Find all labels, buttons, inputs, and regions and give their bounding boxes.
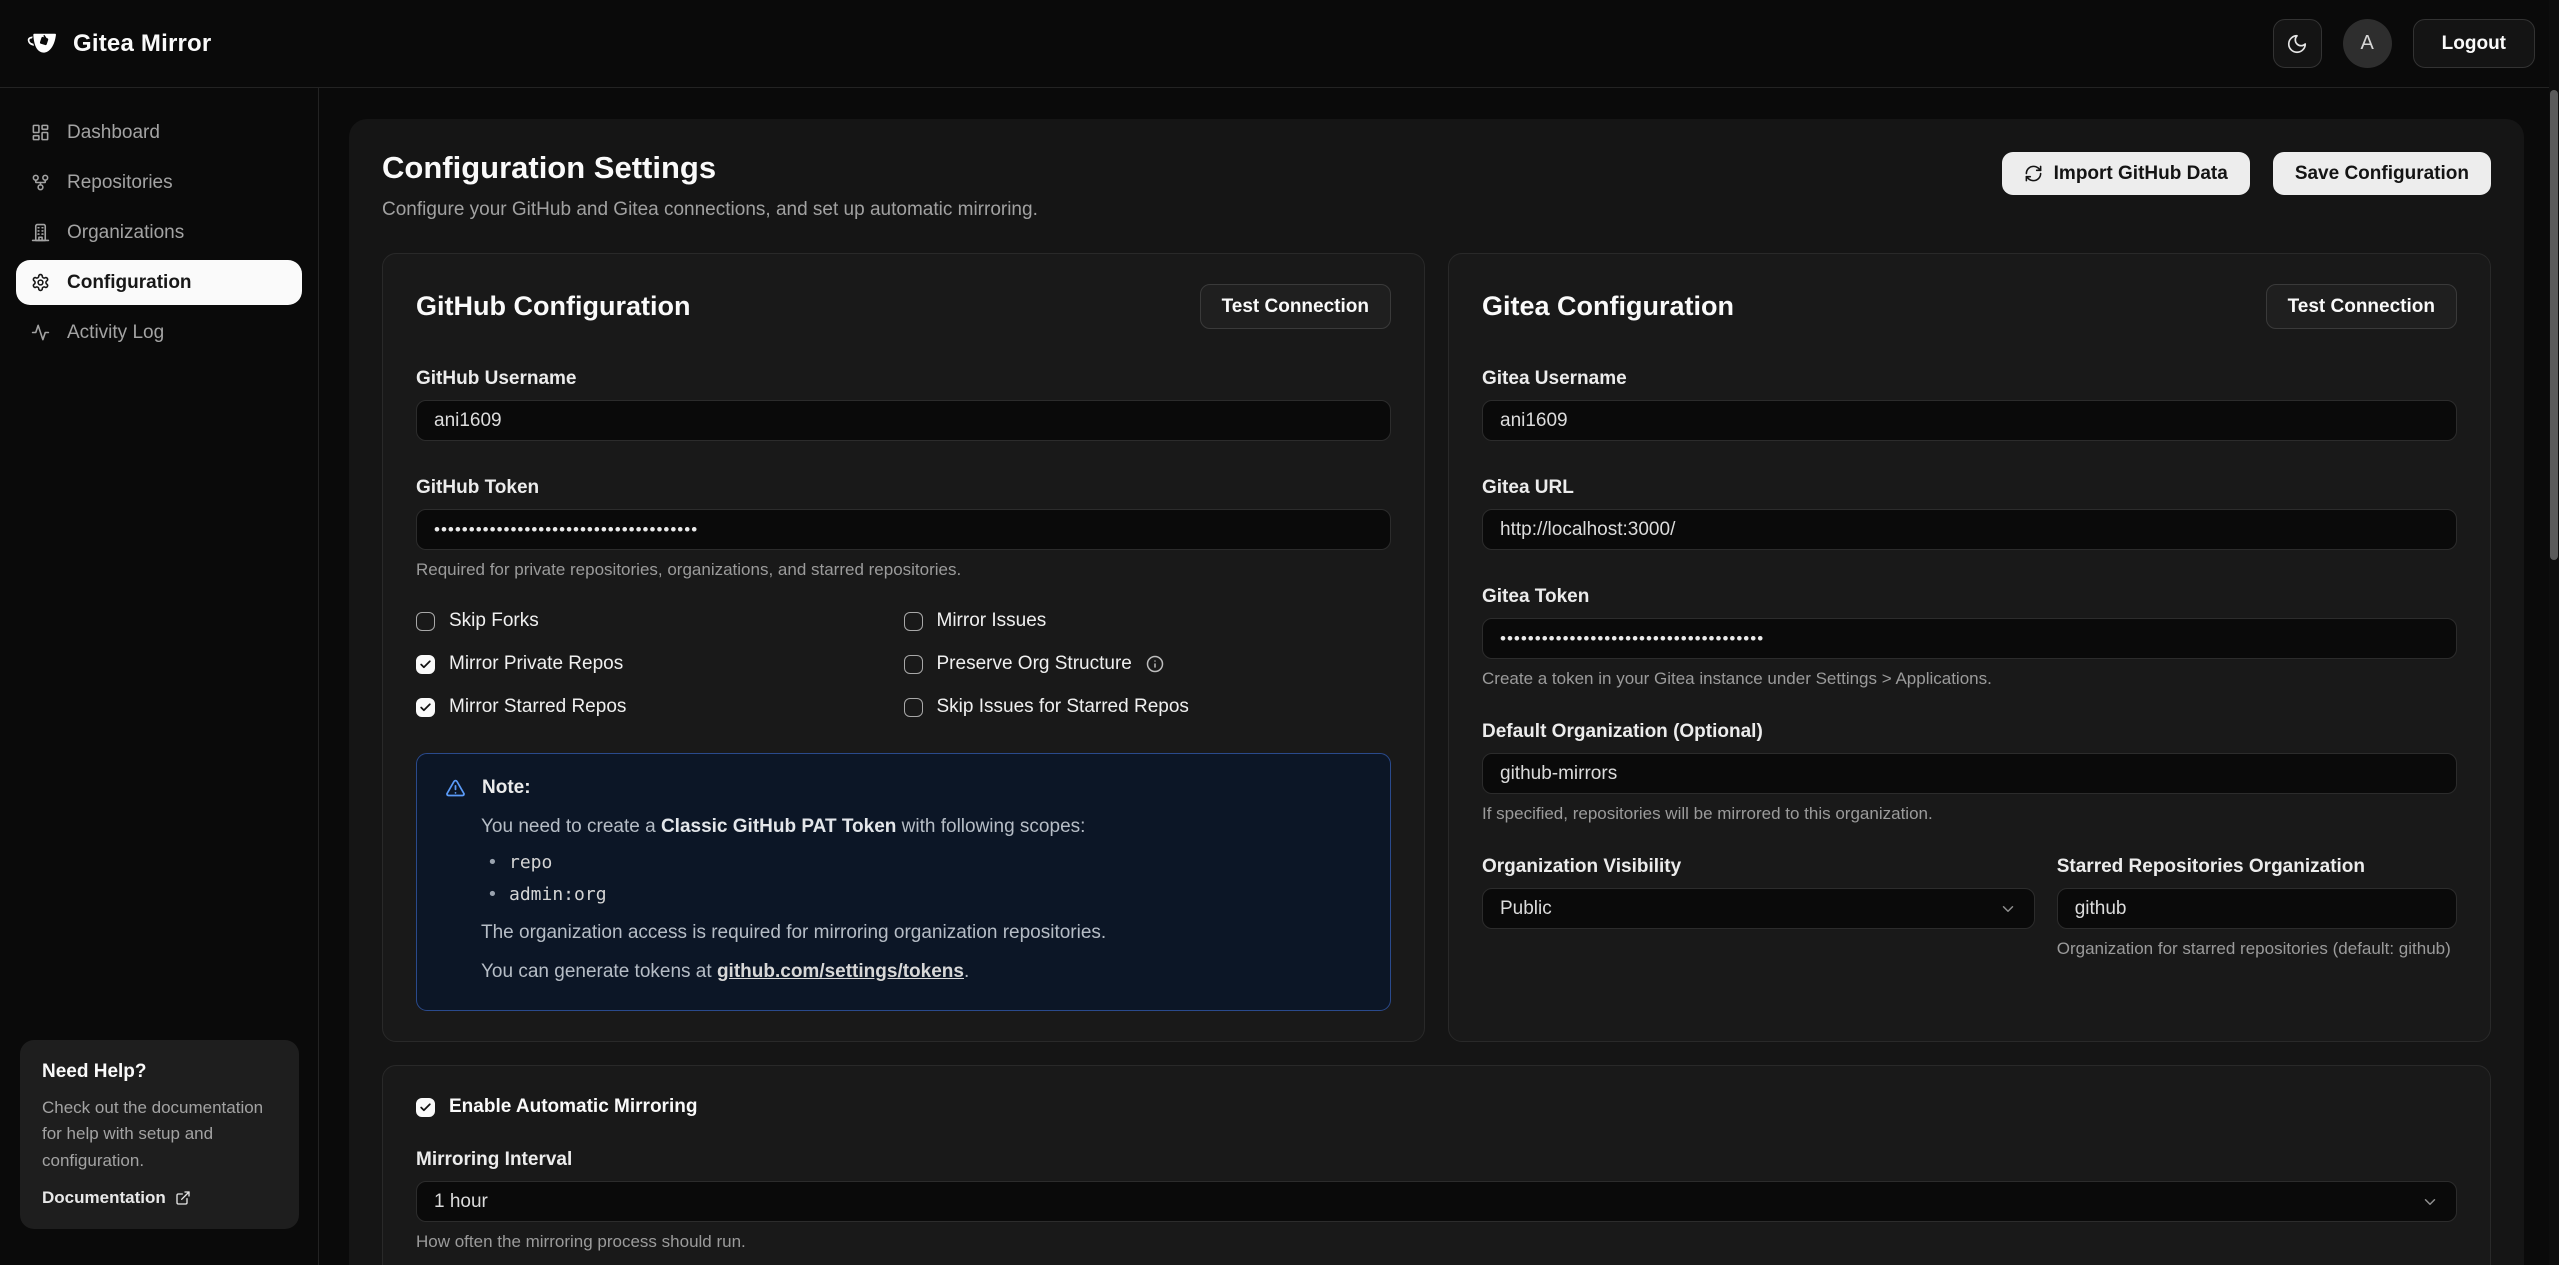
checkbox-preserve-org-structure[interactable]: Preserve Org Structure bbox=[904, 653, 1392, 675]
scrollbar-thumb[interactable] bbox=[2550, 90, 2558, 560]
sidebar-item-activity-log[interactable]: Activity Log bbox=[16, 310, 302, 355]
organization-visibility-label: Organization Visibility bbox=[1482, 856, 2035, 878]
dashboard-grid-icon bbox=[31, 123, 50, 142]
mirroring-interval-select[interactable]: 1 hour bbox=[416, 1181, 2457, 1222]
checkbox-mirror-private-repos[interactable]: Mirror Private Repos bbox=[416, 653, 904, 675]
app-title: Gitea Mirror bbox=[73, 30, 211, 58]
gitea-card-title: Gitea Configuration bbox=[1482, 291, 1734, 322]
page-title: Configuration Settings bbox=[382, 150, 1038, 186]
documentation-link[interactable]: Documentation bbox=[42, 1188, 277, 1208]
chevron-down-icon bbox=[2421, 1193, 2439, 1211]
default-organization-input[interactable] bbox=[1482, 753, 2457, 794]
gitea-test-connection-button[interactable]: Test Connection bbox=[2266, 284, 2457, 329]
configuration-panel: Configuration Settings Configure your Gi… bbox=[349, 119, 2524, 1265]
starred-repositories-organization-input[interactable] bbox=[2057, 888, 2457, 929]
pat-token-note: Note: You need to create a Classic GitHu… bbox=[416, 753, 1391, 1011]
note-scope-list: repo admin:org bbox=[481, 852, 1362, 905]
checkbox-skip-issues-for-starred-repos[interactable]: Skip Issues for Starred Repos bbox=[904, 696, 1392, 718]
organization-visibility-select[interactable]: Public bbox=[1482, 888, 2035, 929]
sidebar: Dashboard Repositories Organizations Con… bbox=[0, 88, 319, 1265]
checkbox-icon bbox=[416, 1098, 435, 1117]
need-help-card: Need Help? Check out the documentation f… bbox=[20, 1040, 299, 1229]
gitea-url-label: Gitea URL bbox=[1482, 477, 2457, 499]
checkbox-mirror-issues[interactable]: Mirror Issues bbox=[904, 610, 1392, 632]
gitea-token-label: Gitea Token bbox=[1482, 586, 2457, 608]
checkbox-mirror-starred-repos[interactable]: Mirror Starred Repos bbox=[416, 696, 904, 718]
github-test-connection-button[interactable]: Test Connection bbox=[1200, 284, 1391, 329]
sidebar-item-repositories[interactable]: Repositories bbox=[16, 160, 302, 205]
github-token-helper: Required for private repositories, organ… bbox=[416, 560, 1391, 580]
github-username-label: GitHub Username bbox=[416, 368, 1391, 390]
external-link-icon bbox=[175, 1190, 191, 1206]
github-options: Skip Forks Mirror Private Repos bbox=[416, 610, 1391, 739]
sidebar-item-dashboard[interactable]: Dashboard bbox=[16, 110, 302, 155]
save-configuration-button[interactable]: Save Configuration bbox=[2273, 152, 2491, 195]
scope-item: admin:org bbox=[481, 884, 1362, 905]
gitea-cup-logo-icon bbox=[26, 29, 60, 59]
sidebar-item-label: Configuration bbox=[67, 272, 192, 294]
sidebar-item-configuration[interactable]: Configuration bbox=[16, 260, 302, 305]
tokens-settings-link[interactable]: github.com/settings/tokens bbox=[717, 961, 964, 982]
gitea-username-input[interactable] bbox=[1482, 400, 2457, 441]
automatic-mirroring-card: Enable Automatic Mirroring Mirroring Int… bbox=[382, 1065, 2491, 1265]
theme-toggle-button[interactable] bbox=[2273, 19, 2322, 68]
gitea-username-label: Gitea Username bbox=[1482, 368, 2457, 390]
starred-repositories-organization-helper: Organization for starred repositories (d… bbox=[2057, 939, 2457, 959]
refresh-icon bbox=[2024, 164, 2043, 183]
checkbox-icon bbox=[416, 612, 435, 631]
gear-icon bbox=[31, 273, 50, 292]
mirroring-interval-label: Mirroring Interval bbox=[416, 1149, 2457, 1171]
page-subtitle: Configure your GitHub and Gitea connecti… bbox=[382, 199, 1038, 221]
need-help-body: Check out the documentation for help wit… bbox=[42, 1095, 277, 1174]
avatar-initial: A bbox=[2360, 32, 2373, 55]
gitea-token-helper: Create a token in your Gitea instance un… bbox=[1482, 669, 2457, 689]
gitea-token-input[interactable] bbox=[1482, 618, 2457, 659]
note-line-2: The organization access is required for … bbox=[481, 922, 1362, 944]
logout-button[interactable]: Logout bbox=[2413, 19, 2535, 68]
chevron-down-icon bbox=[1999, 900, 2017, 918]
starred-repositories-organization-label: Starred Repositories Organization bbox=[2057, 856, 2457, 878]
sidebar-item-label: Activity Log bbox=[67, 322, 164, 344]
github-token-label: GitHub Token bbox=[416, 477, 1391, 499]
note-line-1: You need to create a Classic GitHub PAT … bbox=[481, 816, 1362, 838]
moon-icon bbox=[2286, 33, 2308, 55]
gitea-url-input[interactable] bbox=[1482, 509, 2457, 550]
main-area: Configuration Settings Configure your Gi… bbox=[319, 88, 2559, 1265]
note-line-3: You can generate tokens at github.com/se… bbox=[481, 961, 1362, 983]
checkbox-icon bbox=[904, 655, 923, 674]
sidebar-item-label: Repositories bbox=[67, 172, 173, 194]
import-github-data-button[interactable]: Import GitHub Data bbox=[2002, 152, 2250, 195]
sidebar-item-label: Dashboard bbox=[67, 122, 160, 144]
avatar[interactable]: A bbox=[2343, 19, 2392, 68]
page-scrollbar[interactable] bbox=[2549, 0, 2559, 1265]
checkbox-icon bbox=[904, 698, 923, 717]
info-icon[interactable] bbox=[1146, 655, 1164, 673]
app-brand: Gitea Mirror bbox=[26, 29, 211, 59]
building-icon bbox=[31, 223, 50, 242]
default-organization-helper: If specified, repositories will be mirro… bbox=[1482, 804, 2457, 824]
alert-triangle-icon bbox=[445, 778, 466, 799]
need-help-title: Need Help? bbox=[42, 1061, 277, 1083]
checkbox-skip-forks[interactable]: Skip Forks bbox=[416, 610, 904, 632]
github-token-input[interactable] bbox=[416, 509, 1391, 550]
default-organization-label: Default Organization (Optional) bbox=[1482, 721, 2457, 743]
github-configuration-card: GitHub Configuration Test Connection Git… bbox=[382, 253, 1425, 1042]
topbar: Gitea Mirror A Logout bbox=[0, 0, 2559, 88]
github-card-title: GitHub Configuration bbox=[416, 291, 690, 322]
gitea-configuration-card: Gitea Configuration Test Connection Gite… bbox=[1448, 253, 2491, 1042]
github-username-input[interactable] bbox=[416, 400, 1391, 441]
activity-pulse-icon bbox=[31, 323, 50, 342]
checkbox-icon bbox=[416, 655, 435, 674]
checkbox-icon bbox=[904, 612, 923, 631]
enable-automatic-mirroring-checkbox[interactable]: Enable Automatic Mirroring bbox=[416, 1096, 2457, 1118]
sidebar-item-label: Organizations bbox=[67, 222, 184, 244]
git-fork-icon bbox=[31, 173, 50, 192]
mirroring-interval-helper: How often the mirroring process should r… bbox=[416, 1232, 2457, 1252]
scope-item: repo bbox=[481, 852, 1362, 873]
checkbox-icon bbox=[416, 698, 435, 717]
sidebar-item-organizations[interactable]: Organizations bbox=[16, 210, 302, 255]
note-title: Note: bbox=[482, 777, 531, 799]
